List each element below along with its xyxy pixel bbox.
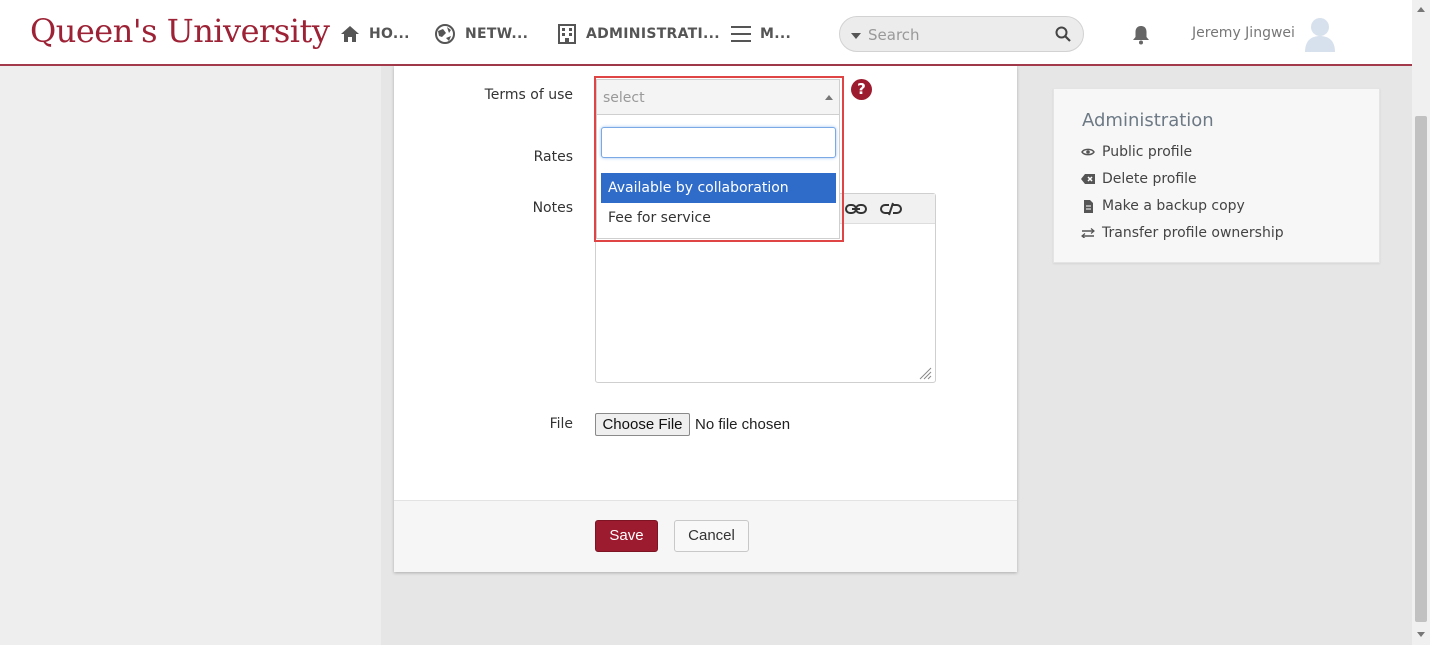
backup-copy-link[interactable]: Make a backup copy (1081, 196, 1245, 216)
delete-icon (1081, 174, 1095, 184)
public-profile-link[interactable]: Public profile (1081, 142, 1192, 162)
search-icon[interactable] (1055, 26, 1071, 42)
network-icon (435, 24, 455, 44)
focus-highlight-box (594, 76, 844, 242)
nav-home-label: HO... (369, 26, 410, 42)
avatar[interactable] (1303, 16, 1337, 52)
delete-profile-label: Delete profile (1102, 171, 1197, 187)
scroll-down-icon[interactable] (1417, 632, 1425, 637)
nav-home[interactable]: HO... (340, 22, 410, 46)
search-input[interactable] (868, 24, 1048, 46)
save-button[interactable]: Save (595, 520, 658, 552)
backup-copy-label: Make a backup copy (1102, 198, 1245, 214)
administration-panel-title: Administration (1082, 110, 1214, 131)
transfer-icon (1081, 228, 1095, 238)
delete-profile-link[interactable]: Delete profile (1081, 169, 1197, 189)
rates-label: Rates (533, 149, 573, 165)
administration-panel: Administration Public profile Delete pro… (1053, 88, 1380, 263)
cancel-button[interactable]: Cancel (674, 520, 749, 552)
help-icon[interactable]: ? (851, 79, 872, 100)
nav-network-label: NETW... (465, 26, 529, 42)
scroll-up-icon[interactable] (1417, 7, 1425, 12)
file-label: File (549, 416, 573, 432)
choose-file-button[interactable]: Choose File (595, 413, 690, 436)
building-icon (558, 24, 576, 44)
notes-label: Notes (532, 200, 573, 216)
eye-icon (1081, 148, 1095, 156)
nav-administration[interactable]: ADMINISTRATI... (557, 22, 720, 46)
unlink-icon[interactable] (880, 202, 902, 216)
document-icon (1084, 199, 1093, 213)
nav-menu[interactable]: M... (731, 22, 791, 46)
search-scope-caret-icon[interactable] (851, 33, 861, 39)
top-navigation-bar: Queen's University HO... NETW... ADMINIS… (0, 0, 1412, 66)
university-logo[interactable]: Queen's University (30, 12, 330, 50)
transfer-ownership-link[interactable]: Transfer profile ownership (1081, 223, 1284, 243)
nav-menu-label: M... (760, 26, 792, 42)
public-profile-label: Public profile (1102, 144, 1193, 160)
home-icon (341, 26, 359, 42)
resize-handle-icon[interactable] (918, 366, 932, 380)
menu-icon (731, 26, 751, 42)
user-name[interactable]: Jeremy Jingwei (1192, 25, 1295, 41)
nav-administration-label: ADMINISTRATI... (586, 26, 720, 42)
link-icon[interactable] (845, 202, 867, 216)
scrollbar-thumb[interactable] (1415, 116, 1427, 622)
bell-icon[interactable] (1131, 25, 1151, 45)
page-scrollbar[interactable] (1412, 0, 1430, 645)
nav-network[interactable]: NETW... (434, 22, 528, 46)
search-bar (839, 16, 1084, 52)
terms-of-use-label: Terms of use (484, 87, 573, 103)
file-status-text: No file chosen (695, 416, 791, 433)
transfer-ownership-label: Transfer profile ownership (1102, 225, 1284, 241)
